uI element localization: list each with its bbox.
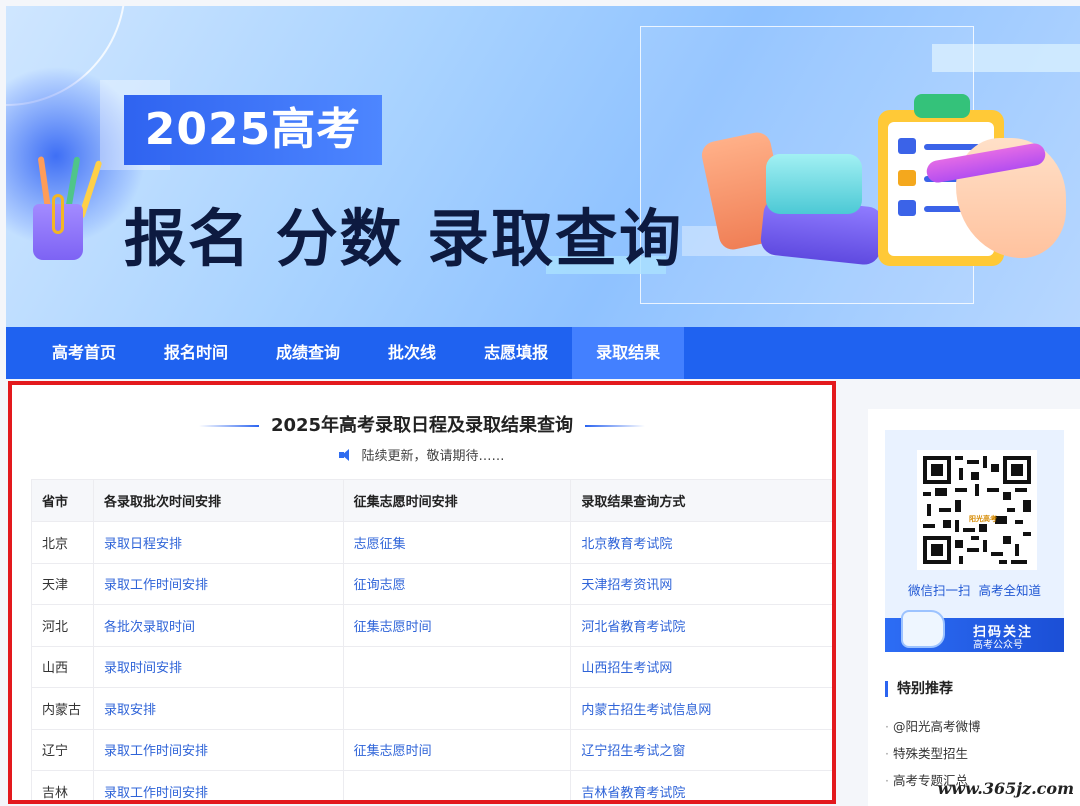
supplementary-schedule-link[interactable]: 征集志愿时间: [354, 620, 432, 635]
paperclip: [52, 194, 64, 234]
table-row: 内蒙古 录取安排 内蒙古招生考试信息网: [31, 687, 832, 730]
result-query-link[interactable]: 天津招考资讯网: [581, 578, 672, 593]
nav-admission-results[interactable]: 录取结果: [572, 327, 685, 379]
table-row: 北京 录取日程安排 志愿征集 北京教育考试院: [31, 521, 832, 564]
check-box: [898, 170, 916, 186]
result-query-link[interactable]: 山西招生考试网: [581, 661, 672, 676]
empty-cell: [342, 687, 572, 730]
nav-home[interactable]: 高考首页: [6, 327, 140, 379]
column-header: 省市: [31, 479, 94, 522]
batch-schedule-link[interactable]: 录取时间安排: [104, 661, 182, 676]
section-title: 2025年高考录取日程及录取结果查询: [270, 415, 574, 436]
follow-banner-subtitle: 高考公众号: [973, 640, 1023, 651]
batch-schedule-link[interactable]: 录取安排: [104, 703, 156, 718]
qr-logo: 阳光高考: [969, 515, 997, 523]
qr-code-icon: [923, 456, 1031, 564]
province-cell: 河北: [31, 604, 94, 647]
check-box: [898, 200, 916, 216]
update-notice: 陆续更新，敬请期待……: [12, 445, 832, 464]
hero-banner: 2025高考 报名 分数 录取查询: [6, 6, 1080, 327]
table-row: 天津 录取工作时间安排 征询志愿 天津招考资讯网: [31, 562, 832, 605]
wechat-qr-code[interactable]: 阳光高考: [917, 450, 1037, 570]
admission-table: 省市 各录取批次时间安排 征集志愿时间安排 录取结果查询方式 北京 录取日程安排…: [31, 479, 832, 800]
recommend-item[interactable]: 特殊类型招生: [885, 740, 981, 767]
qr-caption: 微信扫一扫 高考全知道: [908, 583, 1041, 598]
table-row: 吉林 录取工作时间安排 吉林省教育考试院: [31, 770, 832, 800]
sidebar: 阳光高考 微信扫一扫 高考全知道 扫码关注 高考公众号 特别推荐 @阳光高考微博…: [868, 409, 1080, 806]
batch-schedule-link[interactable]: 各批次录取时间: [104, 620, 195, 635]
section-title-wrap: 2025年高考录取日程及录取结果查询: [12, 411, 832, 437]
result-query-link[interactable]: 辽宁招生考试之窗: [581, 744, 685, 759]
province-cell: 内蒙古: [31, 687, 94, 730]
recommend-item[interactable]: @阳光高考微博: [885, 713, 981, 740]
table-header-row: 省市 各录取批次时间安排 征集志愿时间安排 录取结果查询方式: [31, 479, 832, 522]
megaphone-icon: [901, 610, 945, 648]
recommend-title: 特别推荐: [885, 681, 953, 697]
table-row: 辽宁 录取工作时间安排 征集志愿时间 辽宁招生考试之窗: [31, 728, 832, 771]
follow-banner[interactable]: 扫码关注 高考公众号: [885, 610, 1064, 652]
empty-cell: [342, 645, 572, 688]
batch-schedule-link[interactable]: 录取日程安排: [104, 537, 182, 552]
check-box: [898, 138, 916, 154]
banner-headline: 报名 分数 录取查询: [124, 202, 684, 275]
batch-schedule-link[interactable]: 录取工作时间安排: [104, 786, 208, 800]
book: [766, 154, 862, 214]
qr-card: 阳光高考 微信扫一扫 高考全知道 扫码关注 高考公众号: [885, 430, 1064, 652]
table-row: 河北 各批次录取时间 征集志愿时间 河北省教育考试院: [31, 604, 832, 647]
result-query-link[interactable]: 内蒙古招生考试信息网: [581, 703, 711, 718]
title-decoration-left: [198, 425, 259, 427]
result-query-link[interactable]: 河北省教育考试院: [581, 620, 685, 635]
column-header: 各录取批次时间安排: [92, 479, 344, 522]
site-watermark: www.365jz.com: [937, 779, 1074, 798]
result-query-link[interactable]: 北京教育考试院: [581, 537, 672, 552]
title-decoration-right: [585, 425, 646, 427]
nav-score-query[interactable]: 成绩查询: [252, 327, 364, 379]
table-row: 山西 录取时间安排 山西招生考试网: [31, 645, 832, 688]
supplementary-schedule-link[interactable]: 志愿征集: [354, 537, 406, 552]
batch-schedule-link[interactable]: 录取工作时间安排: [104, 578, 208, 593]
speaker-icon: [339, 449, 353, 461]
province-cell: 山西: [31, 645, 94, 688]
nav-batch-line[interactable]: 批次线: [364, 327, 460, 379]
result-query-link[interactable]: 吉林省教育考试院: [581, 786, 685, 800]
main-nav: 高考首页 报名时间 成绩查询 批次线 志愿填报 录取结果: [6, 327, 1080, 379]
province-cell: 北京: [31, 521, 94, 564]
banner-year-title: 2025高考: [124, 95, 382, 165]
admission-schedule-panel: 2025年高考录取日程及录取结果查询 陆续更新，敬请期待…… 省市 各录取批次时…: [8, 381, 836, 804]
province-cell: 吉林: [31, 770, 94, 800]
column-header: 征集志愿时间安排: [342, 479, 572, 522]
update-notice-text: 陆续更新，敬请期待……: [361, 449, 505, 464]
empty-cell: [342, 770, 572, 800]
supplementary-schedule-link[interactable]: 征询志愿: [354, 578, 406, 593]
province-cell: 辽宁: [31, 728, 94, 771]
clipboard-clip: [914, 94, 970, 118]
province-cell: 天津: [31, 562, 94, 605]
batch-schedule-link[interactable]: 录取工作时间安排: [104, 744, 208, 759]
nav-application[interactable]: 志愿填报: [460, 327, 572, 379]
supplementary-schedule-link[interactable]: 征集志愿时间: [354, 744, 432, 759]
nav-registration-time[interactable]: 报名时间: [140, 327, 252, 379]
column-header: 录取结果查询方式: [570, 479, 832, 522]
